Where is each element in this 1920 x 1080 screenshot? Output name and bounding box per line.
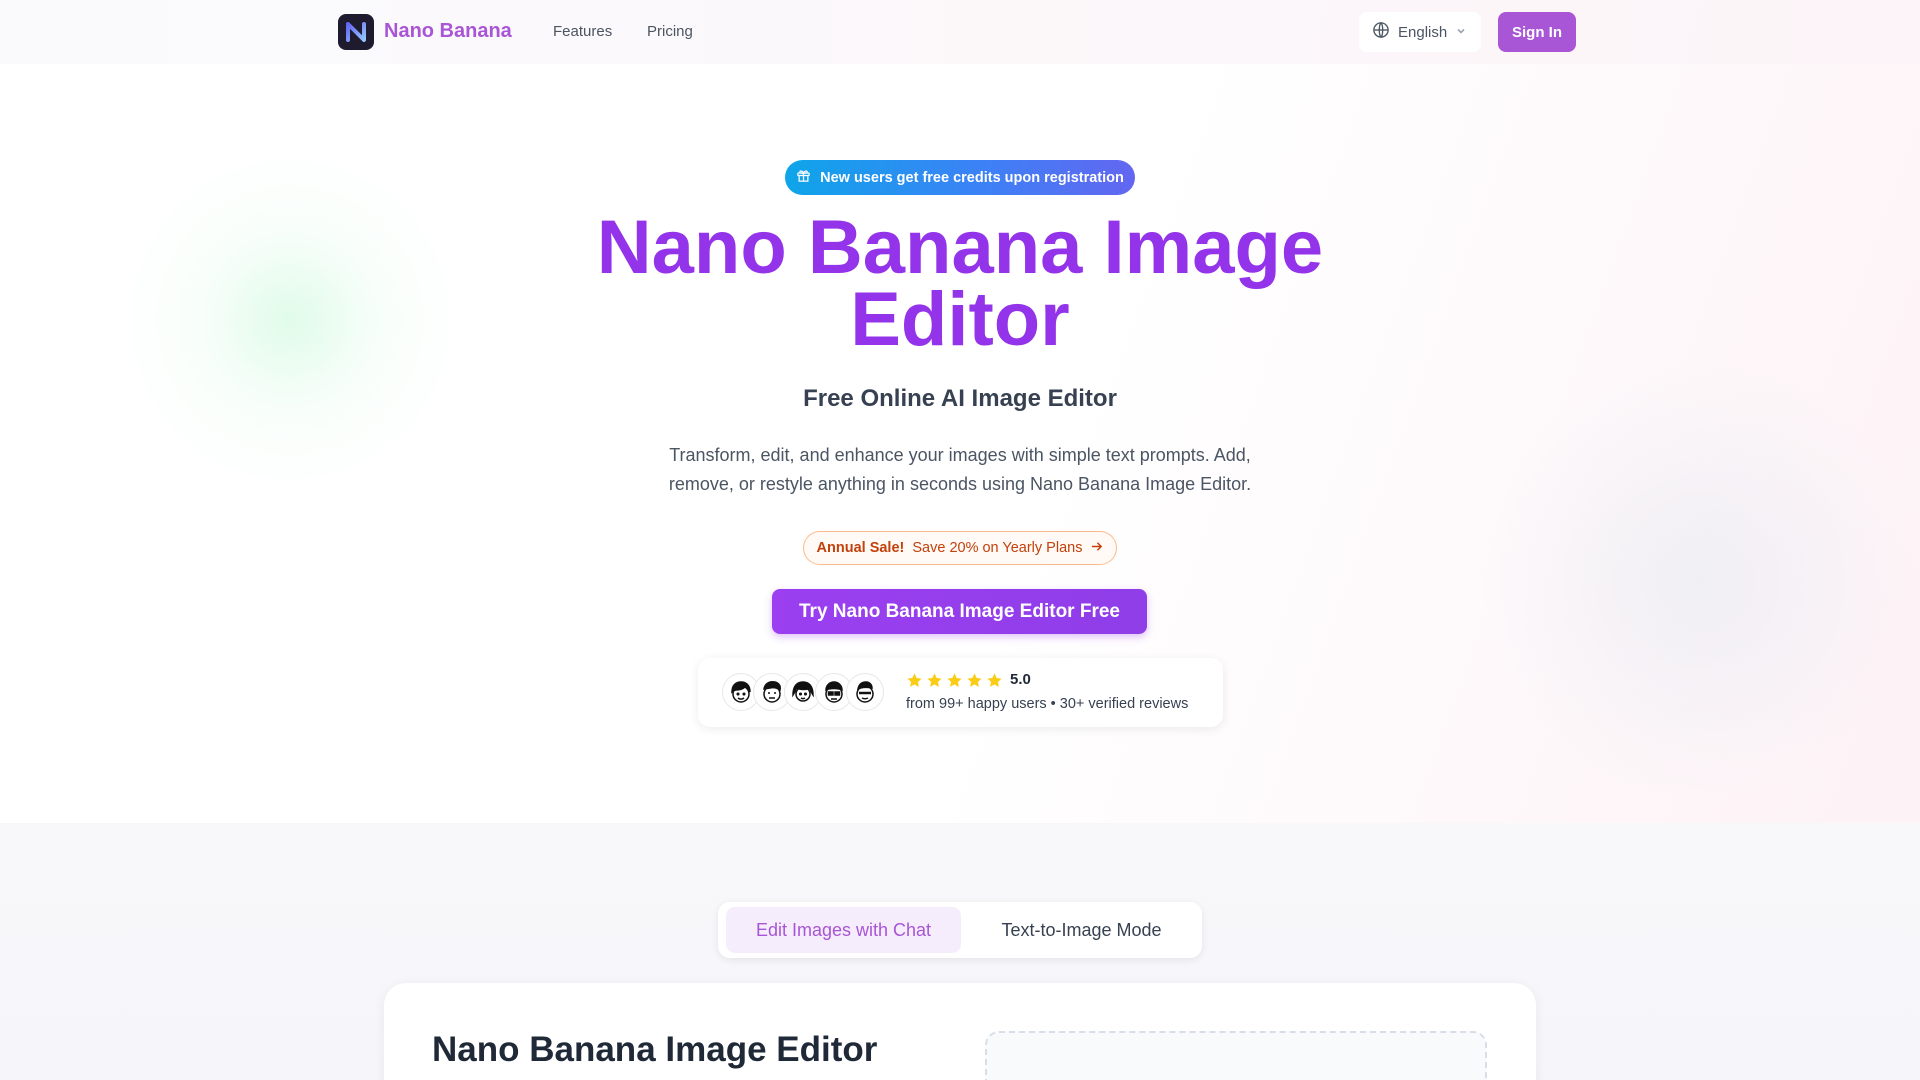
nav-pricing-link[interactable]: Pricing [647,23,693,40]
annual-sale-badge[interactable]: Annual Sale! Save 20% on Yearly Plans [803,531,1117,565]
top-navbar: Nano Banana Features Pricing English Sig… [0,0,1920,64]
try-free-button[interactable]: Try Nano Banana Image Editor Free [772,589,1147,634]
mode-tabs: Edit Images with Chat Text-to-Image Mode [718,902,1202,958]
brand-name[interactable]: Nano Banana [384,20,512,43]
annual-sale-text: Save 20% on Yearly Plans [912,540,1083,556]
hero-subtitle: Free Online AI Image Editor [803,385,1117,412]
star-icon [967,673,982,687]
rating-card: 5.0 from 99+ happy users • 30+ verified … [698,658,1223,727]
rating-score: 5.0 [1010,671,1031,688]
star-icon [947,673,962,687]
user-avatar-icon [846,673,884,711]
chevron-down-icon [1455,24,1467,41]
language-label: English [1398,23,1448,41]
sign-in-button[interactable]: Sign In [1498,12,1576,52]
hero-description: Transform, edit, and enhance your images… [630,441,1290,499]
arrow-right-icon [1090,540,1103,557]
star-icon [987,673,1002,687]
hero-description-line2: remove, or restyle anything in seconds u… [668,474,1252,494]
image-upload-dropzone[interactable] [985,1031,1487,1080]
rating-summary: from 99+ happy users • 30+ verified revi… [906,696,1189,712]
annual-sale-label: Annual Sale! [816,540,905,556]
editor-card: Nano Banana Image Editor [384,983,1536,1080]
logo-icon[interactable] [338,14,374,50]
free-credits-text: New users get free credits upon registra… [820,169,1124,186]
hero-description-line1: Transform, edit, and enhance your images… [669,445,1251,465]
star-icon [927,673,942,687]
tab-edit-images-with-chat[interactable]: Edit Images with Chat [726,907,961,953]
star-icon [907,673,922,687]
gift-icon [796,168,811,187]
nav-features-link[interactable]: Features [553,23,612,40]
hero-title: Nano Banana Image Editor [460,210,1460,358]
hero-title-line2: Editor [850,277,1070,362]
tab-text-to-image-mode[interactable]: Text-to-Image Mode [969,907,1194,953]
language-selector[interactable]: English [1359,12,1481,52]
globe-icon [1372,21,1390,43]
editor-title: Nano Banana Image Editor [432,1030,878,1069]
star-rating [906,672,1003,689]
free-credits-badge[interactable]: New users get free credits upon registra… [785,160,1135,195]
